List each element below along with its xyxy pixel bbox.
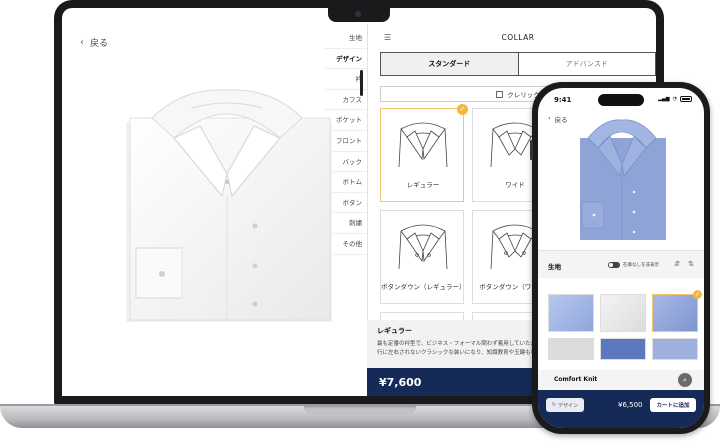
collar-option-regular[interactable]: ✓ レギュラー bbox=[380, 104, 468, 202]
collar-tabs: スタンダード アドバンスド bbox=[380, 52, 656, 76]
search-icon[interactable]: ⌕ bbox=[678, 373, 692, 387]
fabric-swatch[interactable] bbox=[652, 338, 698, 360]
fabric-swatch-grid: ✓ bbox=[548, 290, 702, 360]
fabric-header: 生地 在庫なしを非表示 ⇵ ⇅ bbox=[538, 250, 704, 278]
shirt-preview-image bbox=[126, 89, 332, 322]
filter-icon[interactable]: ⇵ bbox=[674, 260, 680, 268]
category-list: 生地 デザイン 衿 カフス ポケット フロント バック ボトム ボタン 刺繍 そ… bbox=[324, 28, 368, 255]
collar-option-buttondown-regular[interactable]: ボタンダウン（レギュラー） bbox=[380, 210, 465, 304]
category-bottom[interactable]: ボトム bbox=[324, 172, 368, 193]
back-link[interactable]: ‹ 戻る bbox=[80, 36, 108, 49]
wifi-icon: ◔ bbox=[672, 96, 677, 102]
fabric-name: Comfort Knit bbox=[554, 376, 598, 383]
fabric-search-bar: Comfort Knit ⌕ bbox=[538, 370, 704, 390]
camera-icon bbox=[355, 11, 361, 17]
fabric-swatch-selected[interactable]: ✓ bbox=[652, 290, 702, 332]
add-to-cart-button[interactable]: カートに追加 bbox=[650, 398, 696, 412]
fabric-label: 生地 bbox=[548, 263, 561, 271]
category-front[interactable]: フロント bbox=[324, 131, 368, 152]
phone-screen: 9:41 ▂▄▆ ◔ ‹ 戻る 生地 在庫なしを非表示 ⇵ ⇅ ✓ Comfor… bbox=[538, 88, 704, 428]
mobile-shirt-preview-image bbox=[580, 119, 666, 240]
check-icon: ✓ bbox=[457, 104, 468, 115]
collar-label-regular: レギュラー bbox=[406, 181, 440, 189]
battery-icon bbox=[680, 96, 692, 102]
mobile-back-link[interactable]: ‹ 戻る bbox=[548, 114, 568, 124]
hide-out-of-stock-toggle[interactable] bbox=[608, 262, 620, 268]
category-scroll-indicator[interactable] bbox=[360, 70, 363, 96]
status-time: 9:41 bbox=[554, 96, 572, 104]
check-icon: ✓ bbox=[693, 290, 702, 299]
refresh-icon: ↻ bbox=[551, 402, 557, 408]
collar-buttondown-regular-image bbox=[398, 224, 448, 270]
tab-advanced[interactable]: アドバンスド bbox=[518, 53, 655, 75]
design-label: デザイン bbox=[558, 402, 579, 409]
toggle-label: 在庫なしを非表示 bbox=[623, 263, 659, 268]
category-back[interactable]: バック bbox=[324, 152, 368, 173]
category-pocket[interactable]: ポケット bbox=[324, 110, 368, 131]
status-icons: ▂▄▆ ◔ bbox=[658, 96, 692, 102]
laptop-groove bbox=[304, 406, 416, 414]
chevron-left-icon: ‹ bbox=[548, 114, 551, 122]
fabric-swatch[interactable] bbox=[548, 338, 594, 360]
cleric-checkbox[interactable] bbox=[496, 90, 504, 98]
fabric-swatch[interactable] bbox=[600, 294, 646, 332]
collar-label-buttondown-regular: ボタンダウン（レギュラー） bbox=[381, 283, 465, 291]
total-price: ¥7,600 bbox=[379, 375, 422, 389]
mobile-checkout-bar: ↻ デザイン ¥6,500 カートに追加 bbox=[538, 390, 704, 428]
category-fabric[interactable]: 生地 bbox=[324, 28, 368, 49]
fabric-tools: ⇵ ⇅ bbox=[674, 260, 694, 268]
category-button[interactable]: ボタン bbox=[324, 193, 368, 214]
sort-icon[interactable]: ⇅ bbox=[688, 260, 694, 268]
mobile-back-label: 戻る bbox=[554, 116, 568, 124]
panel-header: ☰ COLLAR bbox=[380, 30, 656, 46]
chevron-left-icon: ‹ bbox=[80, 37, 84, 48]
dynamic-island bbox=[598, 94, 644, 106]
fabric-swatch[interactable] bbox=[548, 294, 594, 332]
devices-mockup: ‹ 戻る 生地 デザイン 衿 カフス ポケット フロント バック ボトム ボタン… bbox=[0, 0, 720, 441]
collar-regular-image bbox=[398, 122, 448, 168]
phone-side-button bbox=[530, 140, 533, 160]
fabric-swatch[interactable] bbox=[600, 338, 646, 360]
category-other[interactable]: その他 bbox=[324, 234, 368, 255]
signal-icon: ▂▄▆ bbox=[658, 96, 670, 102]
back-label: 戻る bbox=[90, 39, 109, 49]
panel-title: COLLAR bbox=[501, 33, 535, 42]
design-button[interactable]: ↻ デザイン bbox=[546, 398, 584, 412]
tab-standard[interactable]: スタンダード bbox=[381, 53, 519, 75]
category-embroidery[interactable]: 刺繍 bbox=[324, 213, 368, 234]
mobile-price: ¥6,500 bbox=[618, 401, 643, 409]
category-design[interactable]: デザイン bbox=[324, 49, 368, 70]
